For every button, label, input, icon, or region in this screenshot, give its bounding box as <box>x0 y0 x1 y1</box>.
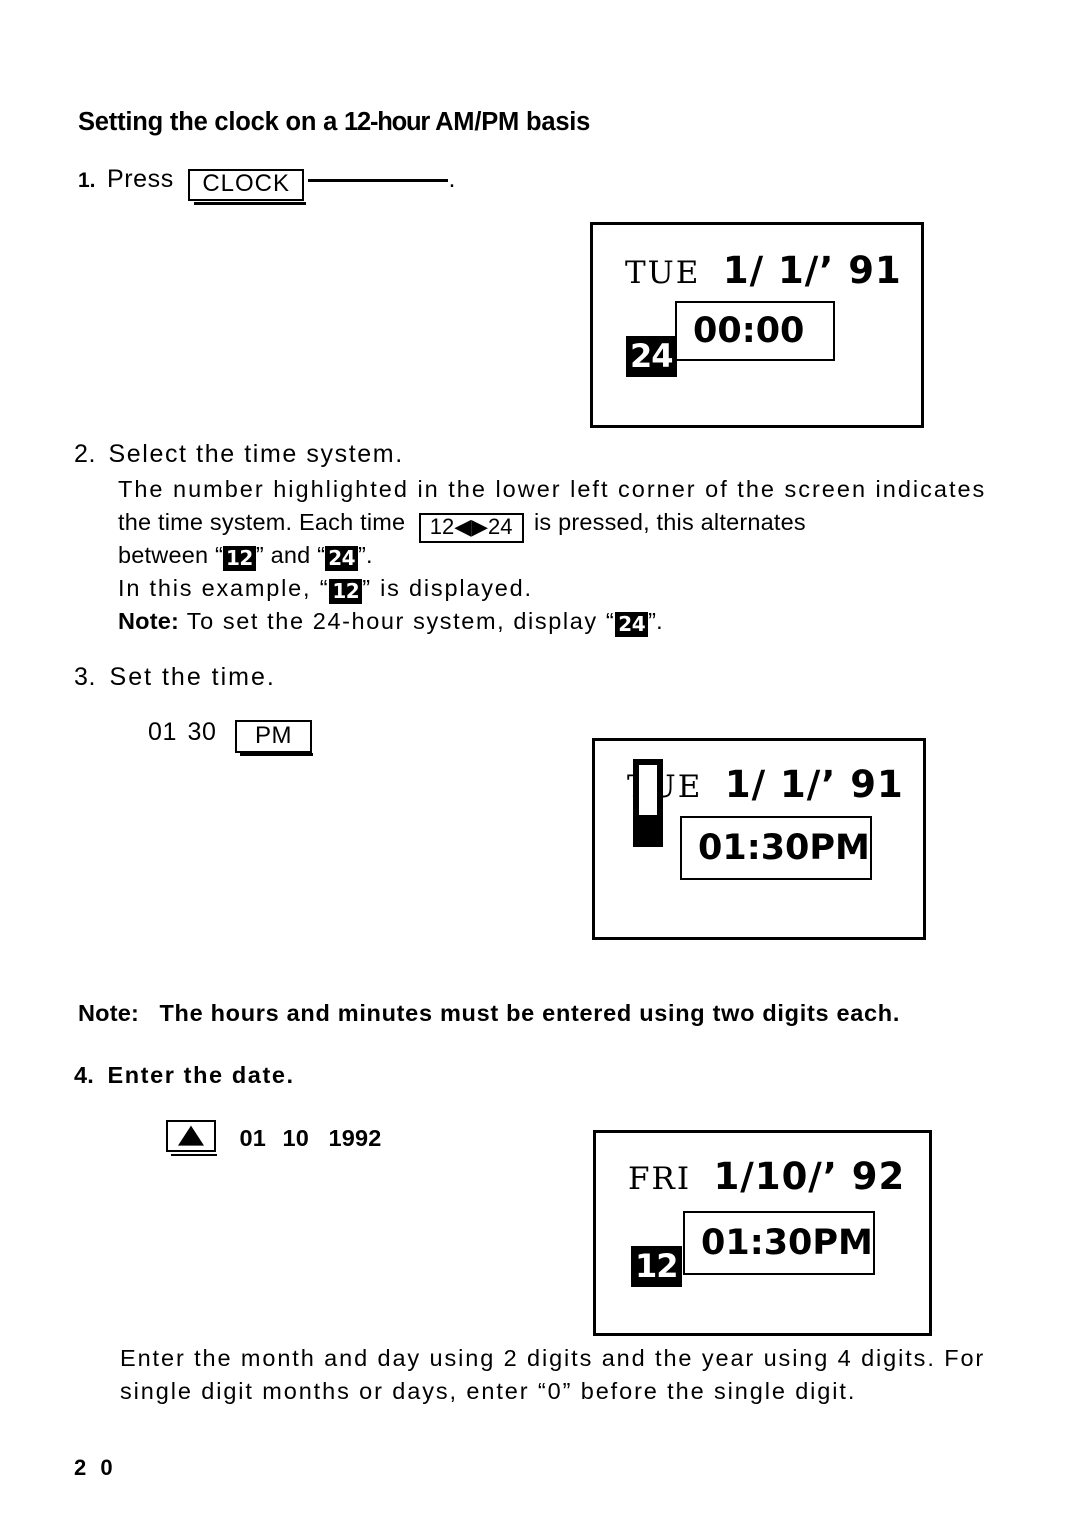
up-triangle-icon <box>178 1125 204 1146</box>
badge-24-inline-1: 24 <box>325 546 359 571</box>
clock-key[interactable]: CLOCK <box>188 169 306 205</box>
lcd1-time-system-badge: 24 <box>626 336 677 377</box>
lcd2-time: 01:30PM <box>698 828 870 868</box>
lcd1-date: 1/ 1/’ 91 <box>722 249 902 292</box>
lcd-display-time-set: TUE 1/ 1/’ 91 01:30PM <box>592 738 926 940</box>
lcd3-day-of-week: FRI <box>628 1161 692 1197</box>
page-title-emphasis: 12-hour <box>344 108 430 136</box>
note-two-digits-label: Note: <box>78 1000 140 1026</box>
lcd2-date-row: TUE 1/ 1/’ 91 <box>627 763 904 806</box>
step-2-line-5-b: ”. <box>648 608 663 634</box>
step-2-line-2: the time system. Each time 12◀▶24 is pre… <box>118 509 806 543</box>
step-3-minutes: 30 <box>187 718 217 746</box>
page-title-part1: Setting the clock on a <box>78 108 345 136</box>
step-4-entry: 01 10 1992 <box>166 1120 382 1156</box>
step-2-number: 2. <box>74 440 97 468</box>
note-two-digits-text: The hours and minutes must be entered us… <box>159 1000 901 1026</box>
fill-in-blank <box>308 179 449 182</box>
lcd2-time-box: 01:30PM <box>680 816 872 880</box>
step-4-year: 1992 <box>328 1125 382 1151</box>
scan-artifact <box>633 759 663 847</box>
closing-line-1: Enter the month and day using 2 digits a… <box>120 1345 986 1371</box>
step-2-line-3-c: ”. <box>358 542 373 568</box>
closing-line-2: single digit months or days, enter “0” b… <box>120 1378 857 1404</box>
step-1: 1. Press CLOCK . <box>78 165 457 205</box>
step-4-number: 4. <box>74 1062 94 1088</box>
page-title-part3: AM/PM basis <box>429 108 591 136</box>
lcd3-time-system-badge: 12 <box>631 1246 682 1287</box>
step-4-day: 10 <box>282 1125 309 1151</box>
badge-12-inline-2: 12 <box>329 579 363 604</box>
step-2-line-5-a: To set the 24-hour system, display “ <box>179 608 616 634</box>
lcd2-date: 1/ 1/’ 91 <box>724 763 904 806</box>
step-2-line-3-a: between “ <box>118 542 224 568</box>
lcd1-day-of-week: TUE <box>625 255 701 291</box>
step-2: 2. Select the time system. <box>74 440 404 469</box>
note-two-digits: Note: The hours and minutes must be ente… <box>78 1000 900 1027</box>
lcd-display-date-set: FRI 1/10/’ 92 01:30PM 12 <box>593 1130 932 1336</box>
up-triangle-key[interactable] <box>166 1120 217 1156</box>
step-1-number: 1. <box>78 169 96 192</box>
lcd1-time-box: 00:00 <box>675 301 835 361</box>
step-2-line-4-a: In this example, “ <box>118 575 330 601</box>
step-4-title: Enter the date. <box>107 1062 295 1088</box>
step-2-line-2-b: is pressed, this alternates <box>533 509 806 535</box>
step-2-line-1-text: The number highlighted in the lower left… <box>118 476 987 502</box>
page-number: 2 0 <box>74 1455 117 1480</box>
step-2-note-label: Note: <box>118 608 180 634</box>
step-4-month: 01 <box>239 1125 266 1151</box>
time-system-toggle-key[interactable]: 12◀▶24 <box>418 513 524 543</box>
step-3-number: 3. <box>74 663 97 691</box>
step-3-title: Set the time. <box>109 663 276 691</box>
page-title: Setting the clock on a 12-hour AM/PM bas… <box>78 108 590 137</box>
step-3-entry: 01 30 PM <box>148 718 313 756</box>
step-3: 3. Set the time. <box>74 663 276 692</box>
step-2-line-5: Note: To set the 24-hour system, display… <box>118 608 663 637</box>
lcd3-date: 1/10/’ 92 <box>713 1155 906 1198</box>
step-1-verb: Press <box>106 165 174 193</box>
lcd1-date-row: TUE 1/ 1/’ 91 <box>625 249 902 292</box>
lcd1-time: 00:00 <box>693 311 805 351</box>
step-2-title: Select the time system. <box>108 440 404 468</box>
lcd3-date-row: FRI 1/10/’ 92 <box>628 1155 905 1198</box>
lcd3-time: 01:30PM <box>701 1223 873 1263</box>
lcd-display-initial: TUE 1/ 1/’ 91 00:00 24 <box>590 222 924 428</box>
step-4: 4. Enter the date. <box>74 1062 295 1089</box>
step-2-line-2-a: the time system. Each time <box>118 509 406 535</box>
step-3-hours: 01 <box>148 718 178 746</box>
manual-page: Setting the clock on a 12-hour AM/PM bas… <box>0 0 1080 1523</box>
lcd3-time-box: 01:30PM <box>683 1211 875 1275</box>
step-2-line-3-b: ” and “ <box>255 542 326 568</box>
step-2-line-3: between “12” and “24”. <box>118 542 373 571</box>
step-1-trailing: . <box>448 165 457 193</box>
pm-key[interactable]: PM <box>234 720 313 756</box>
step-2-line-4-b: ” is displayed. <box>362 575 533 601</box>
badge-12-inline-1: 12 <box>223 546 256 571</box>
step-2-line-1: The number highlighted in the lower left… <box>118 476 984 503</box>
step-2-line-4: In this example, “12” is displayed. <box>118 575 533 604</box>
badge-24-inline-2: 24 <box>615 612 649 637</box>
